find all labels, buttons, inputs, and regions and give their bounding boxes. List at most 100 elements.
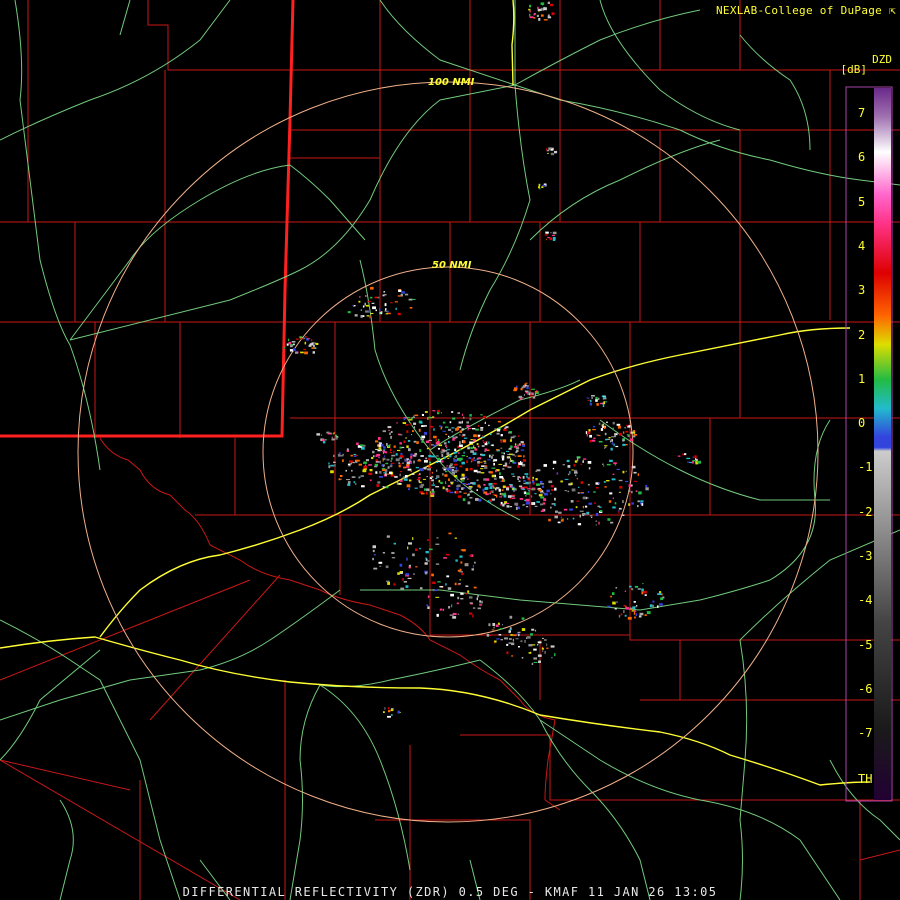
radar-echo-pixel	[443, 557, 447, 559]
radar-echo-pixel	[540, 14, 544, 17]
radar-echo-pixel	[429, 461, 432, 464]
radar-echo-pixel	[409, 459, 411, 462]
radar-echo-pixel	[457, 469, 459, 472]
radar-echo-pixel	[610, 595, 612, 598]
radar-echo-pixel	[474, 561, 476, 564]
radar-echo-pixel	[595, 524, 597, 526]
radar-echo-pixel	[600, 428, 604, 431]
radar-echo-pixel	[592, 429, 596, 431]
radar-echo-pixel	[595, 513, 599, 516]
radar-echo-pixel	[518, 480, 521, 482]
radar-echo-pixel	[406, 557, 408, 561]
external-link-icon[interactable]: ⇱	[889, 4, 896, 17]
radar-echo-pixel	[391, 454, 396, 457]
radar-echo-pixel	[534, 505, 538, 507]
radar-echo-pixel	[500, 447, 503, 449]
radar-echo-pixel	[689, 461, 692, 464]
radar-echo-pixel	[401, 291, 405, 294]
radar-echo-pixel	[308, 344, 311, 347]
radar-echo-pixel	[630, 607, 632, 610]
radar-echo-pixel	[451, 411, 454, 413]
radar-echo-pixel	[484, 487, 489, 490]
radar-echo-pixel	[418, 477, 421, 479]
radar-echo-pixel	[466, 421, 469, 424]
radar-echo-pixel	[586, 511, 590, 515]
radar-echo-pixel	[630, 431, 633, 434]
radar-echo-pixel	[617, 425, 621, 429]
radar-echo-pixel	[380, 449, 383, 451]
radar-echo-pixel	[535, 478, 538, 481]
radar-echo-pixel	[384, 303, 387, 307]
radar-echo-pixel	[515, 447, 520, 450]
radar-echo-pixel	[555, 510, 558, 513]
radar-echo-pixel	[414, 487, 418, 489]
radar-echo-pixel	[551, 656, 553, 659]
radar-echo-pixel	[363, 465, 367, 469]
radar-echo-pixel	[615, 445, 619, 448]
radar-echo-pixel	[400, 587, 405, 590]
radar-echo-pixel	[520, 388, 523, 391]
radar-echo-pixel	[437, 581, 441, 583]
radar-echo-pixel	[469, 612, 473, 615]
radar-echo-pixel	[378, 444, 382, 447]
radar-echo-pixel	[372, 545, 376, 549]
radar-echo-pixel	[413, 440, 417, 443]
radar-echo-pixel	[508, 462, 510, 464]
radar-echo-pixel	[570, 500, 574, 503]
radar-echo-pixel	[461, 413, 464, 416]
radar-echo-pixel	[517, 476, 521, 478]
product-caption: DIFFERENTIAL REFLECTIVITY (ZDR) 0.5 DEG …	[182, 885, 718, 899]
radar-echo-pixel	[459, 555, 463, 558]
radar-echo-pixel	[460, 592, 464, 595]
radar-echo-pixel	[501, 452, 504, 454]
radar-echo-pixel	[600, 510, 603, 512]
radar-echo-pixel	[569, 508, 573, 511]
radar-echo-pixel	[604, 445, 608, 447]
radar-echo-pixel	[468, 493, 470, 496]
radar-echo-pixel	[602, 463, 604, 465]
radar-echo-pixel	[426, 539, 430, 541]
radar-echo-pixel	[342, 459, 344, 462]
radar-echo-pixel	[628, 503, 630, 506]
radar-echo-pixel	[347, 481, 351, 484]
radar-echo-pixel	[517, 464, 520, 468]
radar-echo-pixel	[478, 446, 480, 448]
radar-echo-pixel	[489, 433, 492, 436]
unit-label: [dB]	[840, 63, 868, 76]
radar-echo-pixel	[497, 629, 500, 631]
radar-echo-pixel	[358, 463, 362, 466]
radar-echo-pixel	[448, 478, 450, 482]
radar-echo-pixel	[612, 592, 615, 595]
radar-echo-pixel	[599, 506, 602, 508]
radar-echo-pixel	[418, 480, 420, 483]
radar-echo-pixel	[628, 484, 632, 487]
radar-echo-pixel	[493, 626, 495, 629]
color-scale-tick-label: 5	[858, 194, 866, 209]
radar-echo-pixel	[489, 499, 492, 502]
radar-echo-pixel	[538, 660, 541, 663]
radar-echo-pixel	[387, 310, 389, 313]
radar-echo-pixel	[516, 385, 518, 388]
radar-echo-pixel	[609, 440, 611, 443]
radar-echo-pixel	[476, 597, 478, 601]
radar-echo-pixel	[293, 347, 295, 350]
radar-echo-pixel	[489, 490, 492, 493]
radar-echo-pixel	[417, 460, 422, 462]
radar-echo-pixel	[510, 445, 513, 448]
radar-echo-pixel	[410, 453, 413, 457]
radar-echo-pixel	[428, 454, 432, 458]
radar-echo-pixel	[622, 431, 625, 434]
radar-echo-pixel	[395, 307, 397, 310]
radar-echo-pixel	[397, 572, 400, 575]
radar-echo-pixel	[286, 343, 289, 346]
radar-echo-pixel	[384, 473, 387, 476]
radar-echo-pixel	[436, 475, 440, 479]
radar-echo-pixel	[523, 455, 525, 458]
radar-echo-pixel	[513, 446, 517, 448]
radar-echo-pixel	[577, 492, 580, 494]
radar-echo-pixel	[551, 12, 555, 16]
radar-echo-pixel	[593, 502, 596, 504]
radar-echo-pixel	[401, 446, 405, 449]
radar-echo-pixel	[514, 443, 517, 446]
radar-echo-pixel	[479, 600, 481, 603]
